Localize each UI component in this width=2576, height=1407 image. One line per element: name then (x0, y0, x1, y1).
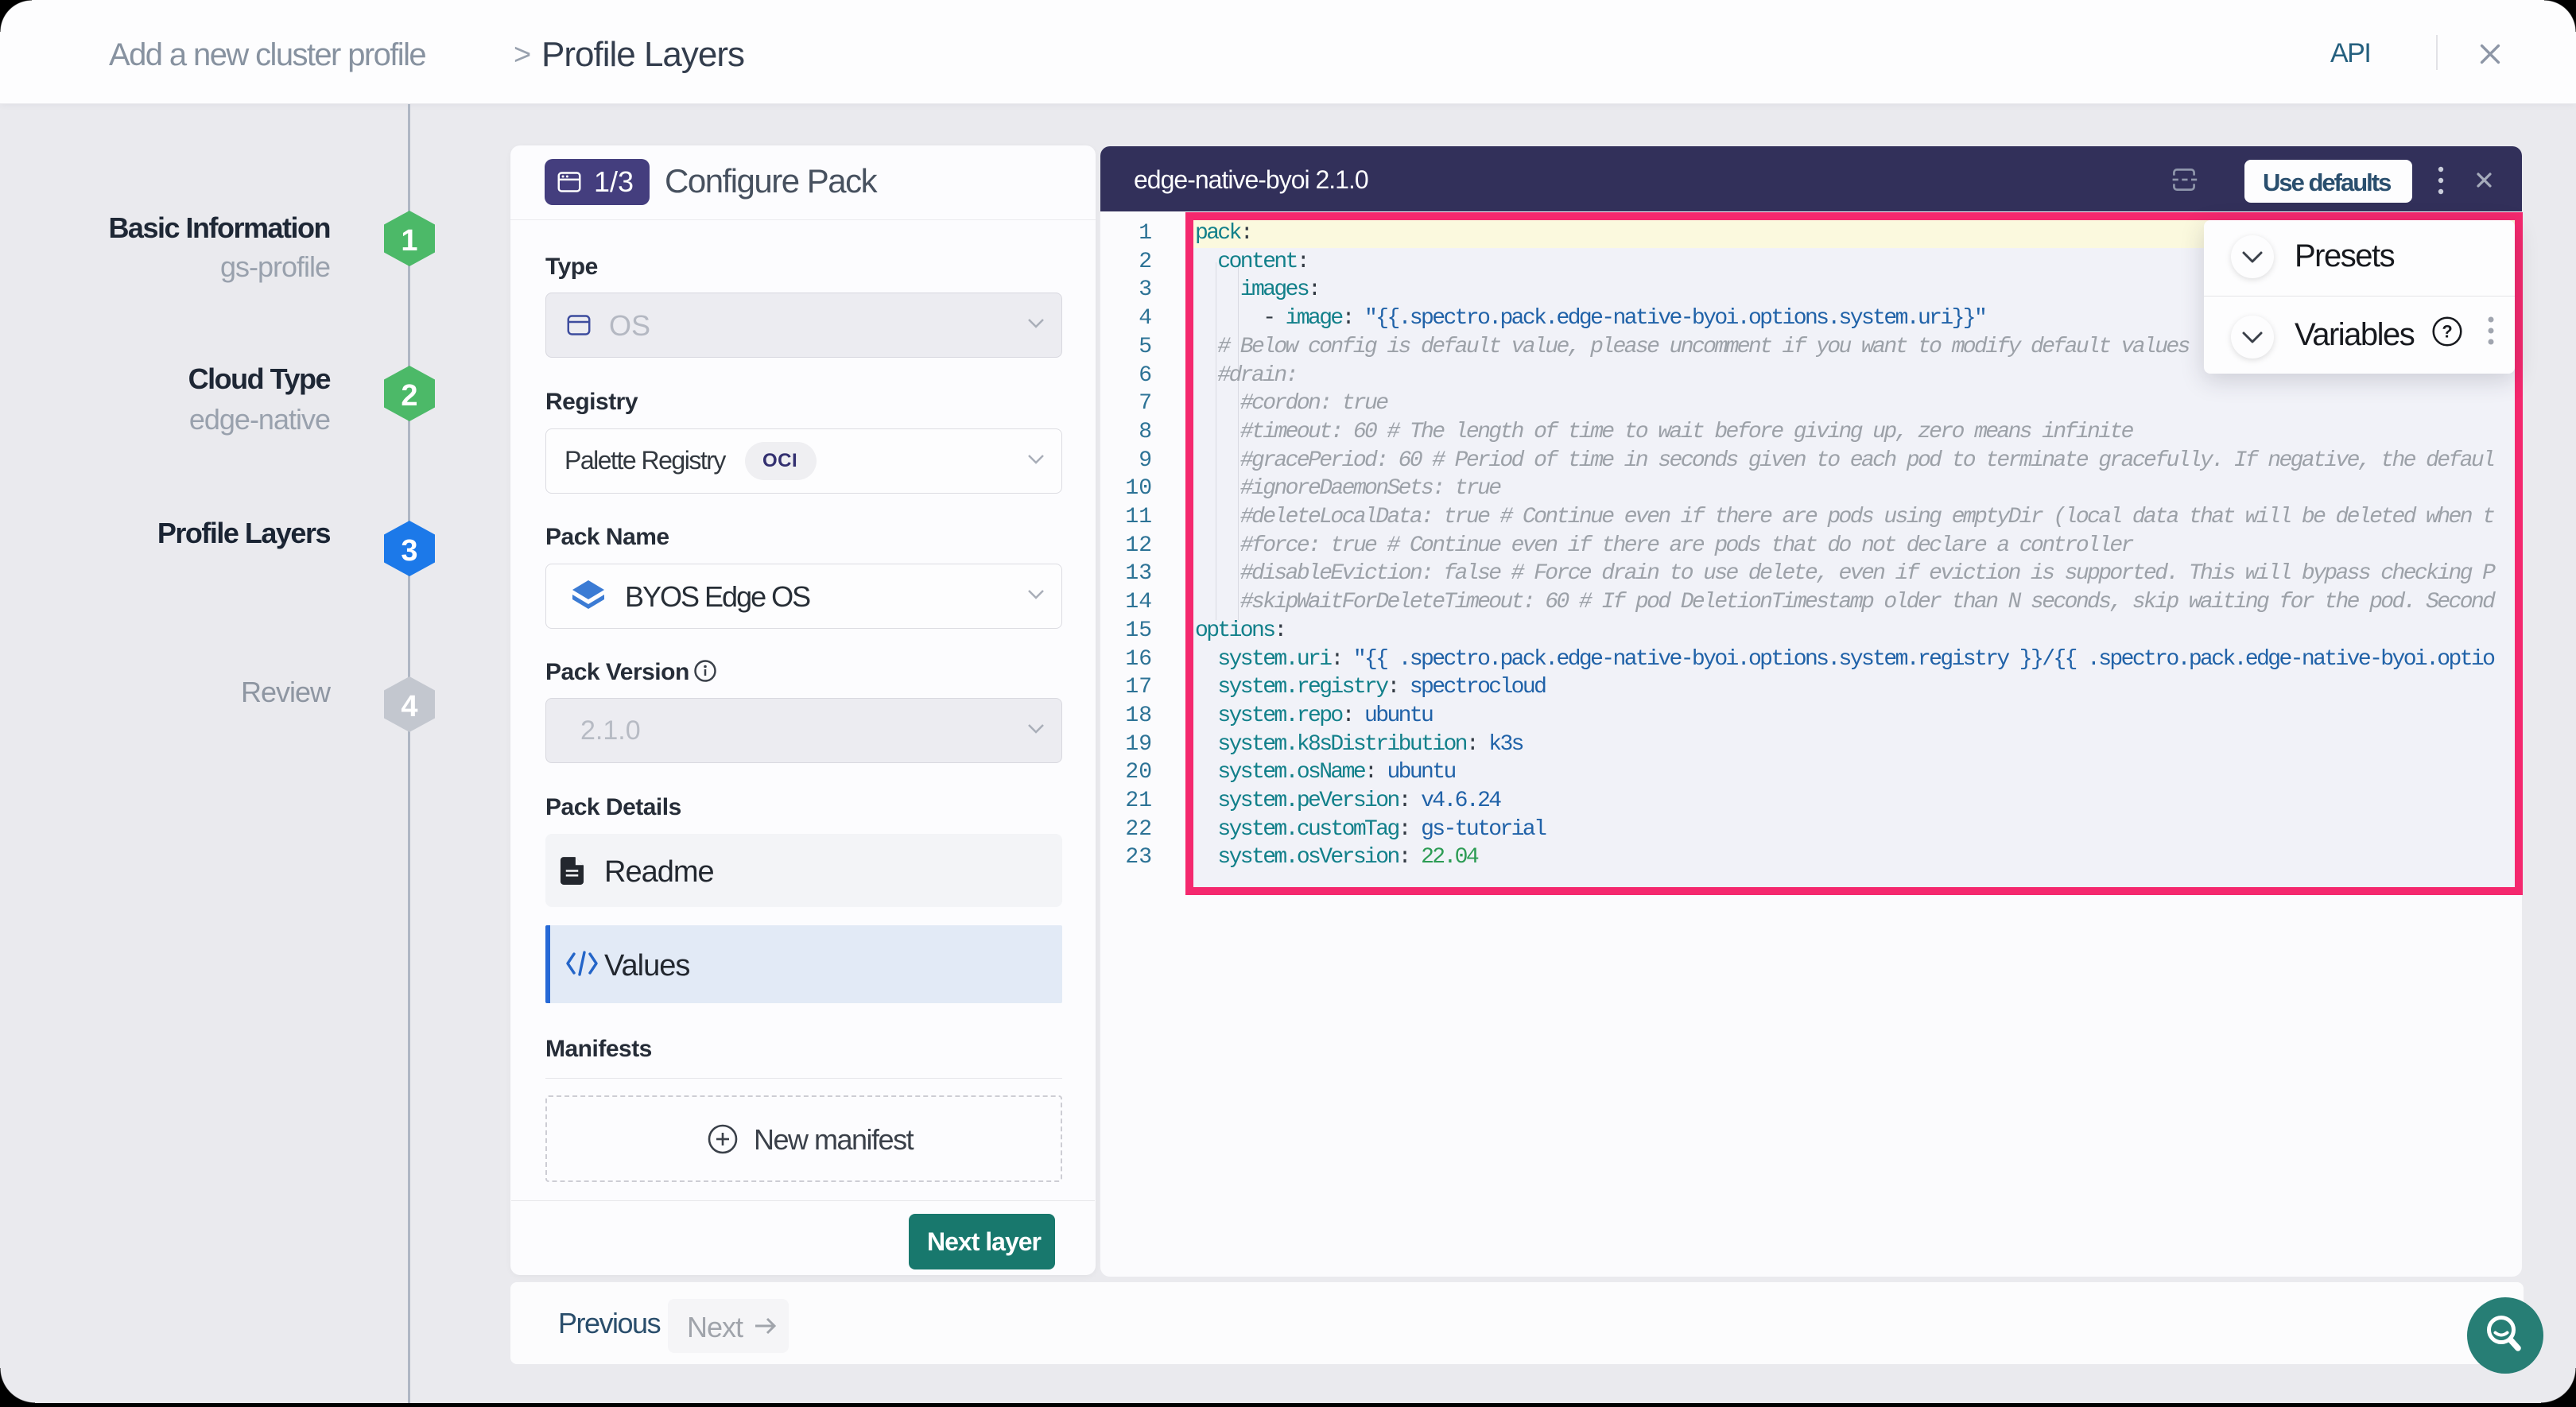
svg-text:?: ? (2442, 321, 2452, 341)
